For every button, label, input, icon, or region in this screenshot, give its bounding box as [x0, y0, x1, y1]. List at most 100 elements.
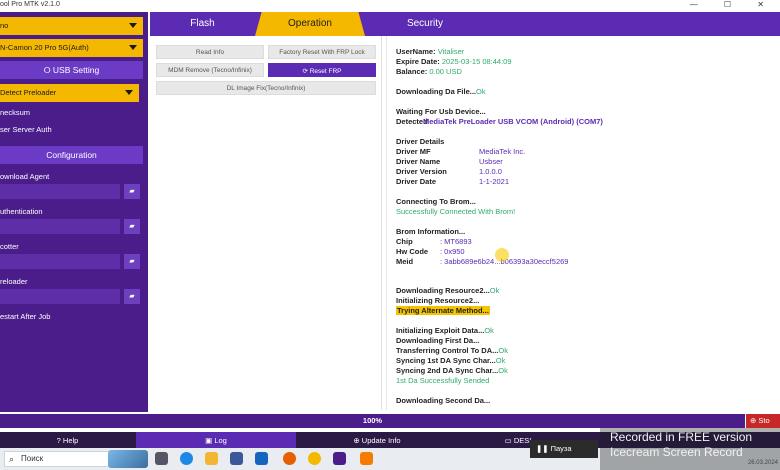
tab-security[interactable]: Security: [365, 12, 485, 36]
clock-date: 26.03.2024: [747, 460, 778, 466]
log-hwcode-value: : 0x950: [440, 247, 465, 256]
factory-reset-frp-button[interactable]: Factory Reset With FRP Lock: [268, 45, 376, 59]
usb-icon: ⭘: [43, 65, 53, 75]
log-driver-version-label: Driver Version: [396, 167, 447, 176]
desk-label: DESI: [513, 436, 532, 445]
help-label: Help: [62, 436, 79, 445]
log-driver-details: Driver Details: [396, 137, 445, 146]
progress-bar: 100%: [0, 414, 745, 428]
checksum-check[interactable]: necksum: [0, 108, 30, 117]
update-icon: ⊕: [353, 436, 362, 445]
watermark-line1: Recorded in FREE version: [610, 430, 753, 444]
edge-icon[interactable]: [180, 452, 193, 465]
preloader-dropdown[interactable]: Detect Preloader: [0, 84, 139, 102]
mouse-cursor-highlight: [495, 248, 509, 262]
log-hwcode-label: Hw Code: [396, 247, 429, 256]
watermark-line2: Icecream Screen Record: [610, 445, 743, 459]
chevron-down-icon: [129, 45, 137, 50]
tab-bar: Flash Operation Security: [150, 12, 780, 36]
log-tab[interactable]: ▣ Log: [136, 432, 296, 448]
usb-setting-button[interactable]: ⭘ USB Setting: [0, 61, 143, 79]
search-placeholder: Поиск: [21, 454, 44, 463]
log-label: Log: [214, 436, 227, 445]
read-info-button[interactable]: Read Info: [156, 45, 264, 59]
operation-panel: Read Info Factory Reset With FRP Lock MD…: [150, 36, 382, 410]
log-brom-info: Brom Information...: [396, 227, 466, 236]
log-download-da: Downloading Da File...Ok: [396, 87, 486, 96]
preloader-label: reloader: [0, 277, 28, 286]
folder-icon: ▰: [129, 188, 135, 195]
authentication-input[interactable]: [0, 219, 120, 234]
stop-button[interactable]: ⊕ Sto: [746, 414, 780, 428]
reset-frp-button[interactable]: ⟳ Reset FRP: [268, 63, 376, 77]
log-driver-mf-value: MediaTek Inc.: [479, 147, 526, 156]
settings-app-icon[interactable]: [255, 452, 268, 465]
log-driver-date-value: 1-1-2021: [479, 177, 510, 186]
window-title: ool Pro MTK v2.1.0: [0, 1, 60, 8]
scatter-input[interactable]: [0, 254, 120, 269]
log-username: UserName: Vitaliser: [396, 47, 465, 56]
weather-widget-icon[interactable]: [108, 450, 148, 468]
folder-icon: ▰: [129, 258, 135, 265]
mdm-remove-button[interactable]: MDM Remove (Tecno/Infinix): [156, 63, 264, 77]
log-icon: ▣: [205, 436, 215, 445]
download-agent-browse-button[interactable]: ▰: [124, 184, 140, 199]
log-expire: Expire Date: 2025-03-15 08:44:09: [396, 57, 512, 66]
update-info-tab[interactable]: ⊕ Update Info: [297, 432, 457, 448]
log-meid-label: Meid: [396, 257, 414, 266]
preloader-browse-button[interactable]: ▰: [124, 289, 140, 304]
log-dl-first: Downloading First Da...: [396, 336, 480, 345]
log-dl-resource: Downloading Resource2...Ok: [396, 286, 500, 295]
download-agent-label: ownload Agent: [0, 172, 50, 181]
folder-icon: ▰: [129, 223, 135, 230]
log-driver-mf-label: Driver MF: [396, 147, 431, 156]
pause-label: Пауза: [550, 444, 572, 453]
recorder-app-icon[interactable]: [360, 452, 373, 465]
authentication-browse-button[interactable]: ▰: [124, 219, 140, 234]
configuration-header: Configuration: [0, 146, 143, 164]
update-info-label: Update Info: [361, 436, 401, 445]
server-auth-check[interactable]: ser Server Auth: [0, 125, 52, 134]
refresh-icon: ⟳: [302, 68, 310, 75]
usb-setting-label: USB Setting: [52, 65, 100, 75]
log-driver-name-label: Driver Name: [396, 157, 441, 166]
tab-flash[interactable]: Flash: [150, 12, 255, 36]
log-driver-name-value: Usbser: [479, 157, 503, 166]
chrome-icon[interactable]: [308, 452, 321, 465]
scatter-browse-button[interactable]: ▰: [124, 254, 140, 269]
chevron-down-icon: [129, 23, 137, 28]
window-controls[interactable]: — ☐ ✕: [690, 0, 776, 9]
monitor-icon: ▭: [504, 436, 514, 445]
log-init-resource: Initializing Resource2...: [396, 296, 480, 305]
pause-button[interactable]: ❚❚ Пауза: [530, 440, 598, 458]
preloader-input[interactable]: [0, 289, 120, 304]
store-icon[interactable]: [230, 452, 243, 465]
log-balance: Balance: 0.00 USD: [396, 67, 462, 76]
file-explorer-icon[interactable]: [205, 452, 218, 465]
help-tab[interactable]: ? Help: [0, 432, 135, 448]
download-agent-input[interactable]: [0, 184, 120, 199]
authentication-label: uthentication: [0, 207, 43, 216]
log-panel: UserName: Vitaliser Expire Date: 2025-03…: [386, 36, 780, 410]
tab-operation[interactable]: Operation: [255, 12, 365, 36]
log-transfer-ctrl: Transferring Control To DA...Ok: [396, 346, 508, 355]
dl-image-fix-button[interactable]: DL Image Fix(Tecno/Infinix): [156, 81, 376, 95]
log-first-da-sent: 1st Da Successfully Sended: [396, 376, 490, 385]
log-connected-brom: Successfully Connected With Brom!: [396, 207, 516, 216]
task-view-icon[interactable]: [155, 452, 168, 465]
folder-icon: ▰: [129, 293, 135, 300]
brand-dropdown[interactable]: no: [0, 17, 143, 35]
progress-label: 100%: [362, 416, 383, 425]
pause-icon: ❚❚: [536, 444, 551, 453]
restart-after-job-check[interactable]: estart After Job: [0, 312, 50, 321]
log-chip-value: : MT6893: [440, 237, 472, 246]
model-dropdown[interactable]: N-Camon 20 Pro 5G(Auth): [0, 39, 143, 57]
log-driver-version-value: 1.0.0.0: [479, 167, 502, 176]
log-init-exploit: Initializing Exploit Data...Ok: [396, 326, 494, 335]
firefox-icon[interactable]: [283, 452, 296, 465]
log-driver-date-label: Driver Date: [396, 177, 437, 186]
chevron-down-icon: [125, 90, 133, 95]
reset-frp-label: Reset FRP: [309, 68, 342, 75]
tool-app-icon[interactable]: [333, 452, 346, 465]
scatter-label: cotter: [0, 242, 19, 251]
